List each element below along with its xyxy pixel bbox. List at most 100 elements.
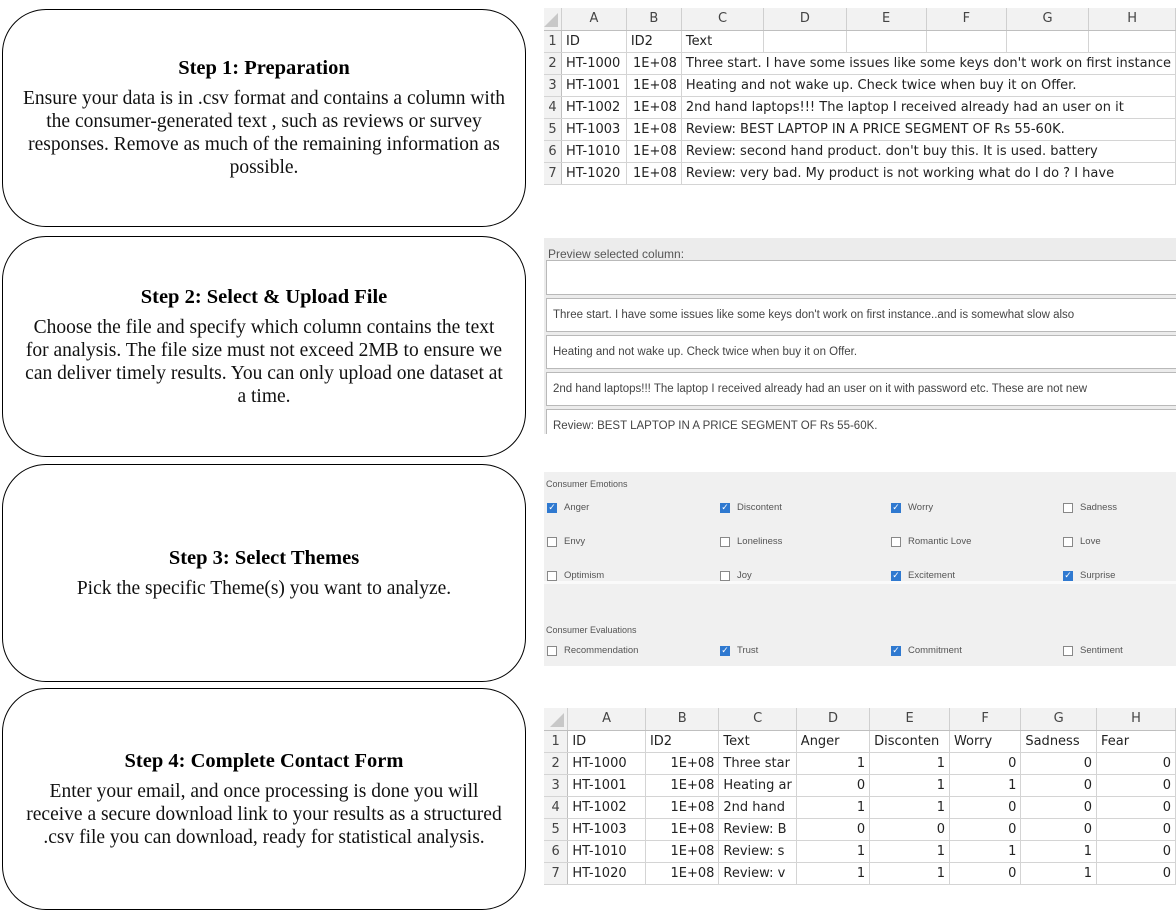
cell[interactable]: 1E+08 — [645, 774, 720, 797]
cell[interactable]: 0 — [1096, 862, 1176, 885]
theme-checkbox-excitement[interactable]: ✓ Excitement — [891, 570, 955, 581]
theme-checkbox-sadness[interactable]: Sadness — [1063, 502, 1117, 513]
cell[interactable]: 1 — [796, 862, 871, 885]
cell[interactable]: Three start. I have some issues like som… — [681, 52, 1176, 75]
theme-checkbox-joy[interactable]: Joy — [720, 570, 752, 581]
cell[interactable]: Three star — [718, 752, 797, 775]
cell[interactable]: 0 — [949, 752, 1022, 775]
checkbox-unchecked-icon[interactable] — [547, 645, 557, 656]
cell[interactable]: 1 — [1020, 840, 1098, 863]
cell[interactable]: 1E+08 — [626, 118, 682, 141]
row-header[interactable]: 1 — [544, 30, 563, 53]
row-header[interactable]: 1 — [544, 730, 569, 753]
column-header[interactable]: C — [718, 708, 797, 731]
cell[interactable]: 0 — [1020, 796, 1098, 819]
column-header[interactable]: A — [567, 708, 646, 731]
cell[interactable]: Heating ar — [718, 774, 797, 797]
checkbox-checked-icon[interactable]: ✓ — [720, 645, 730, 656]
cell[interactable]: Fear — [1096, 730, 1176, 753]
row-header[interactable]: 5 — [544, 118, 563, 141]
cell[interactable]: ID — [561, 30, 627, 53]
cell[interactable]: HT-1020 — [561, 162, 627, 185]
theme-checkbox-surprise[interactable]: ✓ Surprise — [1063, 570, 1115, 581]
cell[interactable]: Sadness — [1020, 730, 1098, 753]
cell[interactable]: HT-1002 — [561, 96, 627, 119]
cell[interactable]: 0 — [949, 796, 1022, 819]
row-header[interactable]: 2 — [544, 52, 563, 75]
cell[interactable]: 2nd hand laptops!!! The laptop I receive… — [681, 96, 1176, 119]
cell[interactable]: 1E+08 — [645, 818, 720, 841]
checkbox-unchecked-icon[interactable] — [891, 536, 901, 547]
column-header[interactable]: H — [1088, 8, 1176, 31]
cell[interactable]: 1 — [796, 840, 871, 863]
cell[interactable]: 1E+08 — [645, 840, 720, 863]
cell[interactable]: Disconten — [869, 730, 950, 753]
cell[interactable]: 0 — [1020, 818, 1098, 841]
checkbox-checked-icon[interactable]: ✓ — [720, 502, 730, 513]
preview-row[interactable] — [546, 260, 1176, 295]
cell[interactable]: Review: second hand product. don't buy t… — [681, 140, 1176, 163]
cell[interactable]: 0 — [1096, 840, 1176, 863]
cell[interactable]: HT-1001 — [567, 774, 646, 797]
cell[interactable]: Review: B — [718, 818, 797, 841]
cell[interactable]: HT-1003 — [561, 118, 627, 141]
column-header[interactable]: E — [846, 8, 927, 31]
theme-checkbox-recommendation[interactable]: Recommendation — [547, 645, 638, 656]
cell[interactable]: 0 — [1096, 774, 1176, 797]
cell[interactable]: ID2 — [626, 30, 682, 53]
theme-checkbox-romantic-love[interactable]: Romantic Love — [891, 536, 971, 547]
column-header[interactable]: G — [1020, 708, 1098, 731]
row-header[interactable]: 6 — [544, 840, 569, 863]
theme-checkbox-sentiment[interactable]: Sentiment — [1063, 645, 1123, 656]
cell[interactable] — [763, 30, 847, 53]
cell[interactable] — [846, 30, 927, 53]
cell[interactable]: 0 — [796, 774, 871, 797]
column-header[interactable]: D — [763, 8, 847, 31]
row-header[interactable]: 5 — [544, 818, 569, 841]
column-header[interactable]: G — [1006, 8, 1090, 31]
cell[interactable]: 0 — [1096, 818, 1176, 841]
cell[interactable]: 1 — [869, 774, 950, 797]
cell[interactable]: HT-1000 — [567, 752, 646, 775]
cell[interactable]: 1E+08 — [645, 752, 720, 775]
checkbox-unchecked-icon[interactable] — [1063, 502, 1073, 513]
cell[interactable]: Anger — [796, 730, 871, 753]
row-header[interactable]: 6 — [544, 140, 563, 163]
cell[interactable]: HT-1002 — [567, 796, 646, 819]
cell[interactable]: HT-1010 — [561, 140, 627, 163]
cell[interactable]: Review: BEST LAPTOP IN A PRICE SEGMENT O… — [681, 118, 1176, 141]
cell[interactable]: 1E+08 — [626, 74, 682, 97]
cell[interactable]: HT-1003 — [567, 818, 646, 841]
checkbox-checked-icon[interactable]: ✓ — [547, 502, 557, 513]
cell[interactable]: 1 — [869, 796, 950, 819]
cell[interactable]: Text — [718, 730, 797, 753]
column-header[interactable]: B — [645, 708, 720, 731]
cell[interactable]: 1 — [796, 752, 871, 775]
cell[interactable]: HT-1010 — [567, 840, 646, 863]
cell[interactable]: 2nd hand — [718, 796, 797, 819]
cell[interactable]: 1 — [869, 862, 950, 885]
column-header[interactable]: A — [561, 8, 627, 31]
column-header[interactable]: D — [796, 708, 871, 731]
theme-checkbox-commitment[interactable]: ✓ Commitment — [891, 645, 962, 656]
row-header[interactable]: 7 — [544, 862, 569, 885]
cell[interactable] — [1088, 30, 1176, 53]
column-header[interactable]: F — [926, 8, 1007, 31]
cell[interactable]: 0 — [1020, 752, 1098, 775]
theme-checkbox-trust[interactable]: ✓ Trust — [720, 645, 758, 656]
cell[interactable]: Review: s — [718, 840, 797, 863]
column-header[interactable]: F — [949, 708, 1022, 731]
cell[interactable]: 1 — [796, 796, 871, 819]
checkbox-unchecked-icon[interactable] — [547, 536, 557, 547]
theme-checkbox-worry[interactable]: ✓ Worry — [891, 502, 933, 513]
select-all-corner[interactable] — [544, 8, 563, 31]
cell[interactable]: 1E+08 — [626, 52, 682, 75]
checkbox-unchecked-icon[interactable] — [547, 570, 557, 581]
column-header[interactable]: E — [869, 708, 950, 731]
theme-checkbox-love[interactable]: Love — [1063, 536, 1101, 547]
checkbox-checked-icon[interactable]: ✓ — [1063, 570, 1073, 581]
row-header[interactable]: 4 — [544, 96, 563, 119]
cell[interactable]: ID2 — [645, 730, 720, 753]
cell[interactable]: 1E+08 — [626, 140, 682, 163]
row-header[interactable]: 3 — [544, 774, 569, 797]
